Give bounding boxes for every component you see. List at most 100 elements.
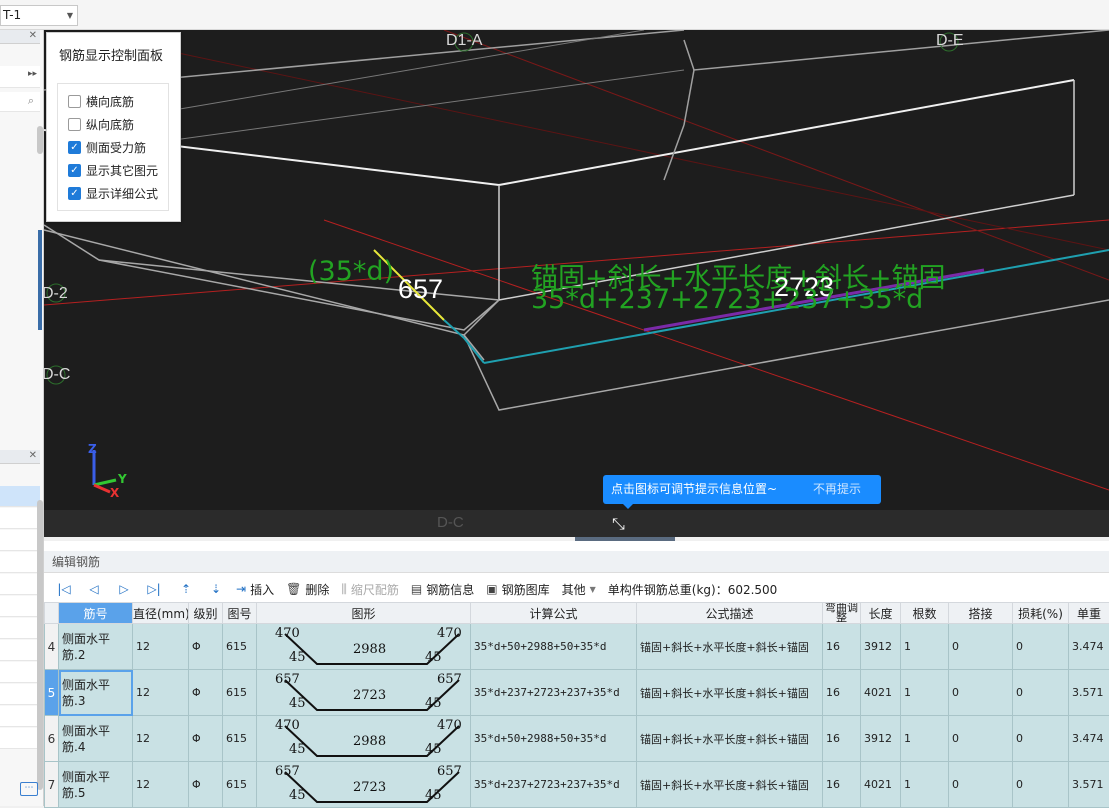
diameter-cell[interactable]: 12 bbox=[133, 670, 189, 716]
loss-cell[interactable]: 0 bbox=[1013, 670, 1069, 716]
shape-cell[interactable]: 47047045452988 bbox=[257, 716, 471, 762]
formula-cell[interactable]: 35*d+237+2723+237+35*d bbox=[471, 670, 637, 716]
checkbox-checked-icon[interactable]: ✓ bbox=[68, 141, 81, 154]
left-panel-scrollbar[interactable] bbox=[37, 126, 43, 154]
shape-cell[interactable]: 65765745452723 bbox=[257, 762, 471, 808]
rebar-name-cell[interactable]: 侧面水平筋.2 bbox=[59, 624, 133, 670]
loss-cell[interactable]: 0 bbox=[1013, 762, 1069, 808]
unit-weight-cell[interactable]: 3.571 bbox=[1069, 762, 1109, 808]
left-panel-row[interactable] bbox=[0, 640, 40, 661]
row-number[interactable]: 5 bbox=[45, 670, 59, 716]
option-side-stress-rebar[interactable]: ✓ 侧面受力筋 bbox=[68, 137, 146, 157]
length-cell[interactable]: 3912 bbox=[861, 716, 901, 762]
checkbox-checked-icon[interactable]: ✓ bbox=[68, 164, 81, 177]
length-cell[interactable]: 3912 bbox=[861, 624, 901, 670]
grade-cell[interactable]: Φ bbox=[189, 716, 223, 762]
dismiss-hint-link[interactable]: 不再提示 bbox=[813, 475, 861, 504]
left-panel-row[interactable] bbox=[0, 596, 40, 617]
count-cell[interactable]: 1 bbox=[901, 670, 949, 716]
unit-weight-cell[interactable]: 3.474 bbox=[1069, 716, 1109, 762]
loss-cell[interactable]: 0 bbox=[1013, 624, 1069, 670]
3d-viewport[interactable]: D1-A D-E D-2 D-C (35*d) 657 锚固+斜长+水平长度+斜… bbox=[44, 30, 1109, 537]
formula-desc-cell[interactable]: 锚固+斜长+水平长度+斜长+锚固 bbox=[637, 624, 823, 670]
lap-cell[interactable]: 0 bbox=[949, 762, 1013, 808]
option-show-detailed-formula[interactable]: ✓ 显示详细公式 bbox=[68, 183, 158, 203]
col-header[interactable]: 图形 bbox=[257, 603, 471, 624]
shape-cell[interactable]: 47047045452988 bbox=[257, 624, 471, 670]
close-icon[interactable]: ✕ bbox=[29, 30, 37, 41]
search-icon[interactable]: ⌕ bbox=[28, 94, 34, 108]
left-panel-row[interactable] bbox=[0, 662, 40, 683]
left-panel-scrollbar[interactable] bbox=[37, 500, 43, 790]
diameter-cell[interactable]: 12 bbox=[133, 716, 189, 762]
unit-weight-cell[interactable]: 3.474 bbox=[1069, 624, 1109, 670]
col-header[interactable]: 计算公式 bbox=[471, 603, 637, 624]
figure-number-cell[interactable]: 615 bbox=[223, 624, 257, 670]
left-panel-search[interactable]: ⌕ bbox=[0, 92, 40, 112]
length-cell[interactable]: 4021 bbox=[861, 762, 901, 808]
other-menu-button[interactable]: 其他▼ bbox=[562, 581, 596, 598]
scale-rebar-button[interactable]: ⫼缩尺配筋 bbox=[341, 581, 399, 598]
formula-cell[interactable]: 35*d+50+2988+50+35*d bbox=[471, 716, 637, 762]
insert-button[interactable]: ⇥插入 bbox=[236, 581, 274, 598]
bend-adjust-cell[interactable]: 16 bbox=[823, 762, 861, 808]
rebar-library-button[interactable]: ▣钢筋图库 bbox=[486, 581, 549, 598]
move-down-icon[interactable]: ⇣ bbox=[206, 582, 226, 596]
move-up-icon[interactable]: ⇡ bbox=[176, 582, 196, 596]
previous-row-icon[interactable]: ◁ bbox=[84, 582, 104, 596]
option-show-other-elements[interactable]: ✓ 显示其它图元 bbox=[68, 160, 158, 180]
left-panel-row[interactable] bbox=[0, 508, 40, 529]
more-icon[interactable]: ⋯ bbox=[20, 782, 38, 796]
table-row[interactable]: 4侧面水平筋.212Φ6154704704545298835*d+50+2988… bbox=[45, 624, 1109, 670]
bend-adjust-cell[interactable]: 16 bbox=[823, 624, 861, 670]
expand-icon[interactable]: ▸▸ bbox=[28, 69, 37, 79]
row-number[interactable]: 4 bbox=[45, 624, 59, 670]
grade-cell[interactable]: Φ bbox=[189, 624, 223, 670]
bend-adjust-cell[interactable]: 16 bbox=[823, 670, 861, 716]
formula-cell[interactable]: 35*d+50+2988+50+35*d bbox=[471, 624, 637, 670]
length-cell[interactable]: 4021 bbox=[861, 670, 901, 716]
count-cell[interactable]: 1 bbox=[901, 624, 949, 670]
bend-adjust-cell[interactable]: 16 bbox=[823, 716, 861, 762]
left-panel-row[interactable] bbox=[0, 618, 40, 639]
left-panel-row[interactable] bbox=[0, 552, 40, 573]
col-header[interactable]: 损耗(%) bbox=[1013, 603, 1069, 624]
left-panel-row[interactable] bbox=[0, 728, 40, 749]
rebar-name-cell[interactable]: 侧面水平筋.3 bbox=[59, 670, 133, 716]
close-icon[interactable]: ✕ bbox=[29, 450, 37, 461]
lap-cell[interactable]: 0 bbox=[949, 716, 1013, 762]
figure-number-cell[interactable]: 615 bbox=[223, 762, 257, 808]
figure-number-cell[interactable]: 615 bbox=[223, 716, 257, 762]
unit-weight-cell[interactable]: 3.571 bbox=[1069, 670, 1109, 716]
next-row-icon[interactable]: ▷ bbox=[114, 582, 134, 596]
table-row[interactable]: 7侧面水平筋.512Φ6156576574545272335*d+237+272… bbox=[45, 762, 1109, 808]
figure-number-cell[interactable]: 615 bbox=[223, 670, 257, 716]
left-panel-row[interactable] bbox=[0, 706, 40, 727]
count-cell[interactable]: 1 bbox=[901, 762, 949, 808]
rebar-name-cell[interactable]: 侧面水平筋.4 bbox=[59, 716, 133, 762]
formula-cell[interactable]: 35*d+237+2723+237+35*d bbox=[471, 762, 637, 808]
last-row-icon[interactable]: ▷| bbox=[144, 582, 164, 596]
col-header[interactable]: 图号 bbox=[223, 603, 257, 624]
loss-cell[interactable]: 0 bbox=[1013, 716, 1069, 762]
left-panel-row-selected[interactable] bbox=[0, 486, 40, 507]
grade-cell[interactable]: Φ bbox=[189, 670, 223, 716]
grade-cell[interactable]: Φ bbox=[189, 762, 223, 808]
col-header[interactable]: 筋号 bbox=[59, 603, 133, 624]
left-panel-row[interactable] bbox=[0, 574, 40, 595]
col-header[interactable]: 直径(mm) bbox=[133, 603, 189, 624]
formula-desc-cell[interactable]: 锚固+斜长+水平长度+斜长+锚固 bbox=[637, 670, 823, 716]
lap-cell[interactable]: 0 bbox=[949, 670, 1013, 716]
col-header[interactable]: 单重 bbox=[1069, 603, 1109, 624]
checkbox-icon[interactable] bbox=[68, 95, 81, 108]
col-header[interactable]: 根数 bbox=[901, 603, 949, 624]
shrink-icon[interactable]: ⤡ bbox=[612, 514, 625, 534]
lap-cell[interactable]: 0 bbox=[949, 624, 1013, 670]
col-header[interactable]: 长度 bbox=[861, 603, 901, 624]
option-horizontal-bottom-rebar[interactable]: 横向底筋 bbox=[68, 91, 134, 111]
col-header[interactable]: 级别 bbox=[189, 603, 223, 624]
row-number[interactable]: 6 bbox=[45, 716, 59, 762]
rebar-info-button[interactable]: ▤钢筋信息 bbox=[411, 581, 474, 598]
left-panel-row[interactable] bbox=[0, 684, 40, 705]
table-row[interactable]: 6侧面水平筋.412Φ6154704704545298835*d+50+2988… bbox=[45, 716, 1109, 762]
